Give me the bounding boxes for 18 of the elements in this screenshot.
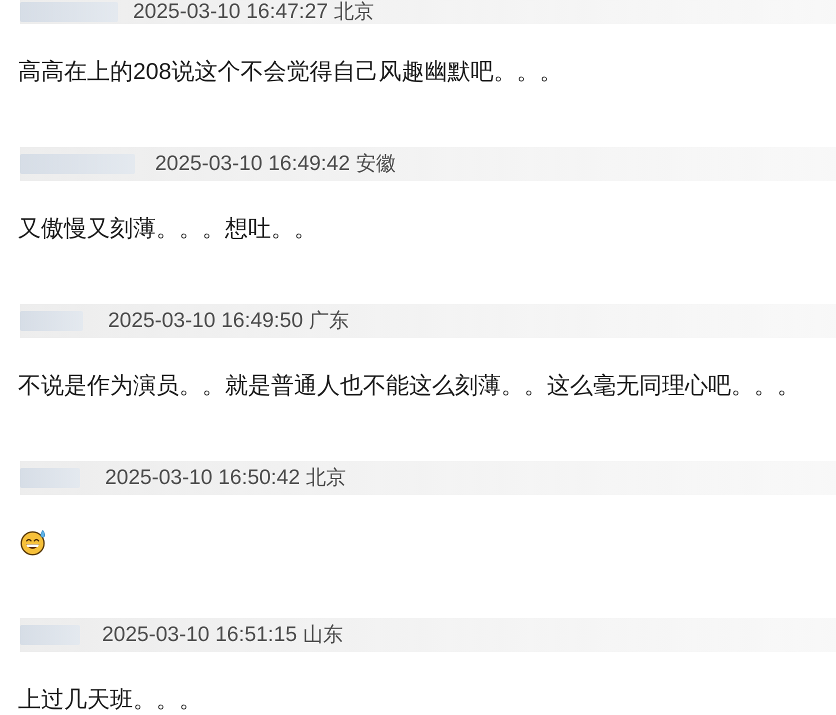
comment-text: 不说是作为演员。。就是普通人也不能这么刻薄。。这么毫无同理心吧。。。: [18, 371, 800, 400]
timestamp-text: 2025-03-10 16:49:42: [155, 152, 350, 176]
username-placeholder: [20, 468, 80, 488]
timestamp-text: 2025-03-10 16:49:50: [108, 309, 303, 333]
username-placeholder: [20, 625, 80, 645]
username-placeholder: [20, 311, 83, 331]
timestamp-text: 2025-03-10 16:47:27: [133, 0, 328, 24]
location-text: 北京: [334, 0, 374, 24]
location-text: 山东: [303, 623, 343, 647]
location-text: 北京: [306, 466, 346, 490]
grinning-sweat-emoji-icon: [20, 528, 47, 556]
location-text: 安徽: [356, 152, 396, 176]
timestamp-text: 2025-03-10 16:51:15: [102, 623, 297, 647]
comment-text: 又傲慢又刻薄。。。想吐。。: [18, 214, 317, 243]
location-text: 广东: [309, 309, 349, 333]
timestamp-text: 2025-03-10 16:50:42: [105, 466, 300, 490]
comment-text: 上过几天班。。。: [18, 685, 202, 714]
comment-text: 高高在上的208说这个不会觉得自己风趣幽默吧。。。: [18, 57, 562, 86]
